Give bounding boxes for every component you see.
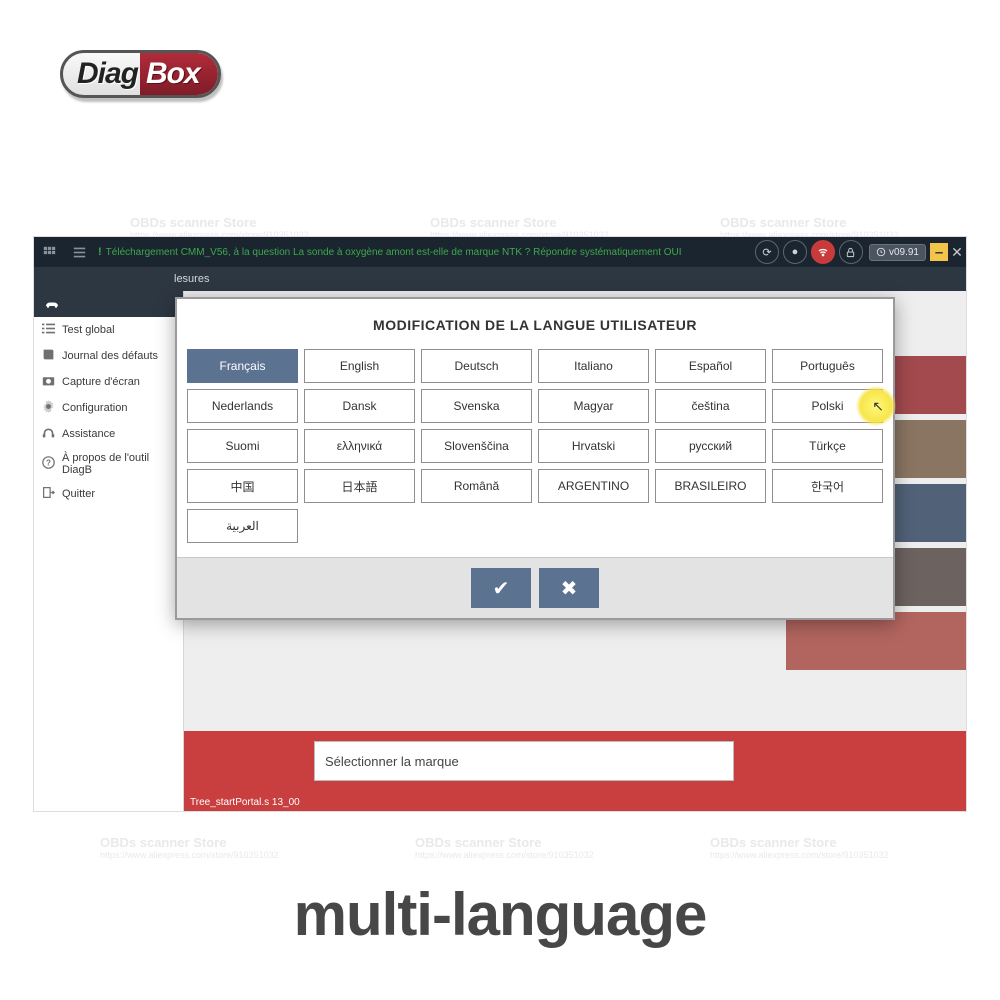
language-option[interactable]: čeština (655, 389, 766, 423)
language-option[interactable]: Português (772, 349, 883, 383)
sidebar-item-configuration[interactable]: Configuration (34, 395, 183, 421)
language-option[interactable]: Slovenščina (421, 429, 532, 463)
sidebar-item-label: Capture d'écran (62, 376, 140, 388)
language-option[interactable]: BRASILEIRO (655, 469, 766, 503)
language-option[interactable]: Français (187, 349, 298, 383)
version-badge[interactable]: v09.91 (869, 244, 926, 261)
wifi-icon[interactable] (811, 240, 835, 264)
watermark: OBDs scanner Storehttps://www.aliexpress… (415, 835, 594, 860)
language-option[interactable]: English (304, 349, 415, 383)
lock-icon[interactable] (839, 240, 863, 264)
logo-left: Diag (63, 53, 140, 95)
watermark: OBDs scanner Storehttps://www.aliexpress… (710, 835, 889, 860)
headset-icon (42, 426, 55, 442)
language-option[interactable]: العربية (187, 509, 298, 543)
list-icon (42, 322, 55, 338)
sidebar-item-quitter[interactable]: Quitter (34, 481, 183, 507)
exit-icon (42, 486, 55, 502)
alert-message: !Téléchargement CMM_V56, à la question L… (94, 246, 753, 259)
caption: multi-language (0, 880, 1000, 949)
sidebar-item-label: Configuration (62, 402, 127, 414)
language-option[interactable]: Deutsch (421, 349, 532, 383)
user-icon[interactable]: ● (783, 240, 807, 264)
camera-icon (42, 374, 55, 390)
sidebar-item-journal-des-d-fauts[interactable]: Journal des défauts (34, 343, 183, 369)
sidebar-item-label: Assistance (62, 428, 115, 440)
language-option[interactable]: 한국어 (772, 469, 883, 503)
language-option[interactable]: русский (655, 429, 766, 463)
language-option[interactable]: Hrvatski (538, 429, 649, 463)
logo-right: Box (140, 53, 218, 95)
language-option[interactable]: Română (421, 469, 532, 503)
sidebar-item-label: À propos de l'outil DiagB (62, 452, 175, 476)
breadcrumb-bar: lesures (34, 267, 966, 291)
sidebar-item-test-global[interactable]: Test global (34, 317, 183, 343)
top-toolbar: !Téléchargement CMM_V56, à la question L… (34, 237, 966, 267)
language-option[interactable]: Nederlands (187, 389, 298, 423)
language-option[interactable]: Svenska (421, 389, 532, 423)
gear-icon (42, 400, 55, 416)
language-option[interactable]: Italiano (538, 349, 649, 383)
language-option[interactable]: Polski↖ (772, 389, 883, 423)
sidebar-item-label: Journal des défauts (62, 350, 158, 362)
sidebar-item--propos-de-l-outil-diagb[interactable]: ? À propos de l'outil DiagB (34, 447, 183, 481)
sidebar-item-assistance[interactable]: Assistance (34, 421, 183, 447)
language-option[interactable]: Magyar (538, 389, 649, 423)
cursor-icon: ↖ (872, 398, 884, 415)
list-view-icon[interactable] (64, 237, 94, 267)
sidebar: Test global Journal des défauts Capture d'… (34, 291, 184, 811)
language-modal: MODIFICATION DE LA LANGUE UTILISATEUR Fr… (175, 297, 895, 620)
sidebar-item-label: Test global (62, 324, 115, 336)
sidebar-item-capture-d-cran[interactable]: Capture d'écran (34, 369, 183, 395)
modal-actions: ✔ ✖ (177, 557, 893, 618)
language-option[interactable]: Español (655, 349, 766, 383)
close-button[interactable]: ✕ (948, 237, 966, 267)
book-icon (42, 348, 55, 364)
footer-status: Tree_startPortal.s 13_00 (184, 794, 966, 811)
brand-select[interactable]: Sélectionner la marque (314, 741, 734, 781)
modal-title: MODIFICATION DE LA LANGUE UTILISATEUR (177, 299, 893, 349)
confirm-button[interactable]: ✔ (471, 568, 531, 608)
cancel-button[interactable]: ✖ (539, 568, 599, 608)
language-option[interactable]: Dansk (304, 389, 415, 423)
minimize-button[interactable]: – (930, 243, 948, 261)
language-option[interactable]: ελληνικά (304, 429, 415, 463)
watermark: OBDs scanner Storehttps://www.aliexpress… (100, 835, 279, 860)
brand-logo: Diag Box (60, 50, 221, 98)
sidebar-item-label: Quitter (62, 488, 95, 500)
language-grid: FrançaisEnglishDeutschItalianoEspañolPor… (177, 349, 893, 557)
grid-view-icon[interactable] (34, 237, 64, 267)
svg-text:?: ? (46, 458, 51, 467)
language-option[interactable]: ARGENTINO (538, 469, 649, 503)
language-option[interactable]: 中国 (187, 469, 298, 503)
sidebar-home[interactable] (34, 291, 183, 317)
language-option[interactable]: 日本語 (304, 469, 415, 503)
language-option[interactable]: Suomi (187, 429, 298, 463)
refresh-icon[interactable]: ⟳ (755, 240, 779, 264)
language-option[interactable]: Türkçe (772, 429, 883, 463)
question-icon: ? (42, 456, 55, 472)
